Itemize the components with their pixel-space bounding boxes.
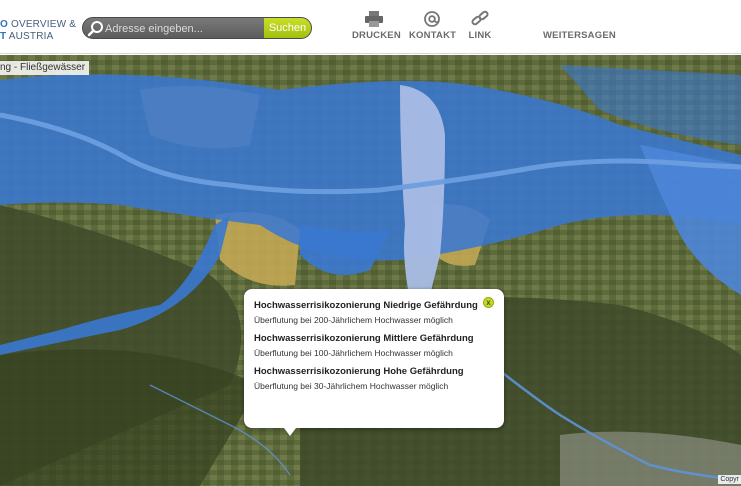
logo[interactable]: O OVERVIEW & T AUSTRIA xyxy=(0,19,76,43)
nav-link-label: LINK xyxy=(468,30,492,41)
zone-title: Hochwasserrisikozonierung Mittlere Gefäh… xyxy=(254,333,474,344)
address-search-input[interactable] xyxy=(105,20,265,37)
popup-close-button[interactable]: x xyxy=(483,297,494,308)
zone-description: Überflutung bei 100-Jährlichem Hochwasse… xyxy=(254,348,453,358)
nav-print-label: DRUCKEN xyxy=(352,30,401,41)
nav-link-button[interactable]: LINK xyxy=(466,10,494,41)
app-header: O OVERVIEW & T AUSTRIA Suchen DRUCKEN KO… xyxy=(0,0,741,54)
zone-description: Überflutung bei 30-Jährlichem Hochwasser… xyxy=(254,381,449,391)
zone-title: Hochwasserrisikozonierung Niedrige Gefäh… xyxy=(254,300,478,311)
nav-print-button[interactable]: DRUCKEN xyxy=(352,10,401,41)
nav-contact-button[interactable]: KONTAKT xyxy=(409,10,457,41)
chain-link-icon xyxy=(471,10,489,26)
at-sign-icon xyxy=(424,11,440,27)
map-copyright: Copyr xyxy=(718,475,741,484)
nav-contact-label: KONTAKT xyxy=(409,30,457,41)
search-icon xyxy=(87,21,103,37)
nav-share-button[interactable]: WEITERSAGEN xyxy=(543,30,616,41)
zone-title: Hochwasserrisikozonierung Hohe Gefährdun… xyxy=(254,366,464,377)
search-button[interactable]: Suchen xyxy=(264,18,311,38)
zone-high-risk: Hochwasserrisikozonierung Hohe Gefährdun… xyxy=(254,366,494,391)
zone-description: Überflutung bei 200-Jährlichem Hochwasse… xyxy=(254,315,453,325)
search-bar: Suchen xyxy=(82,17,312,39)
flood-info-popup: x Hochwasserrisikozonierung Niedrige Gef… xyxy=(244,289,504,436)
printer-icon xyxy=(365,11,383,27)
zone-low-risk: Hochwasserrisikozonierung Niedrige Gefäh… xyxy=(254,300,494,325)
layer-label: ng - Fließgewässer xyxy=(0,61,90,75)
zone-medium-risk: Hochwasserrisikozonierung Mittlere Gefäh… xyxy=(254,333,494,358)
